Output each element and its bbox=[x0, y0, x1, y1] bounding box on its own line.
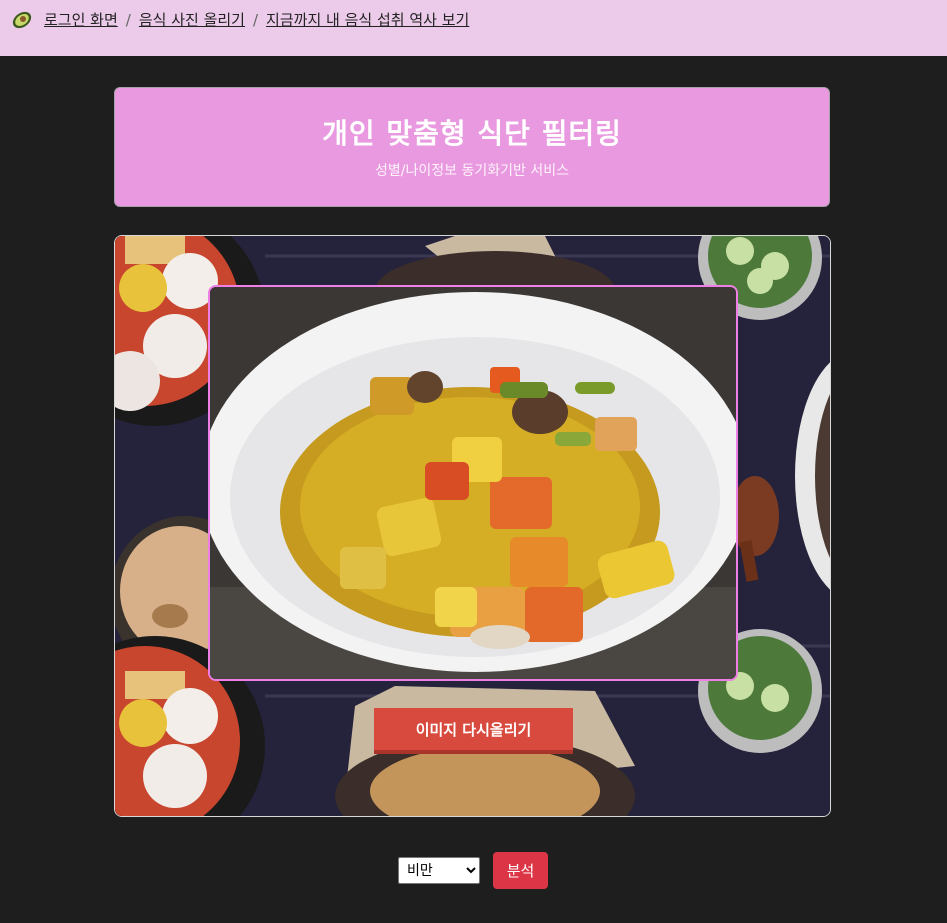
breadcrumb: 로그인 화면 / 음식 사진 올리기 / 지금까지 내 음식 섭취 역사 보기 bbox=[44, 9, 469, 30]
upload-area: 이미지 다시올리기 bbox=[114, 235, 831, 817]
reupload-image-button[interactable]: 이미지 다시올리기 bbox=[374, 708, 573, 754]
analyze-button[interactable]: 분석 bbox=[493, 852, 548, 889]
nav-link-login[interactable]: 로그인 화면 bbox=[44, 11, 118, 29]
breadcrumb-separator: / bbox=[252, 11, 259, 29]
page-subtitle: 성별/나이정보 동기화기반 서비스 bbox=[375, 163, 569, 179]
avocado-icon[interactable] bbox=[10, 8, 34, 32]
hero-banner: 개인 맞춤형 식단 필터링 성별/나이정보 동기화기반 서비스 bbox=[114, 87, 830, 207]
nav-link-history[interactable]: 지금까지 내 음식 섭취 역사 보기 bbox=[266, 11, 469, 29]
page-title: 개인 맞춤형 식단 필터링 bbox=[322, 117, 622, 150]
uploaded-food-photo bbox=[208, 285, 738, 681]
breadcrumb-separator: / bbox=[125, 11, 131, 29]
nav-link-upload-photo[interactable]: 음식 사진 올리기 bbox=[139, 11, 245, 29]
condition-select[interactable]: 비만 bbox=[398, 857, 480, 884]
top-nav: 로그인 화면 / 음식 사진 올리기 / 지금까지 내 음식 섭취 역사 보기 bbox=[0, 0, 947, 56]
